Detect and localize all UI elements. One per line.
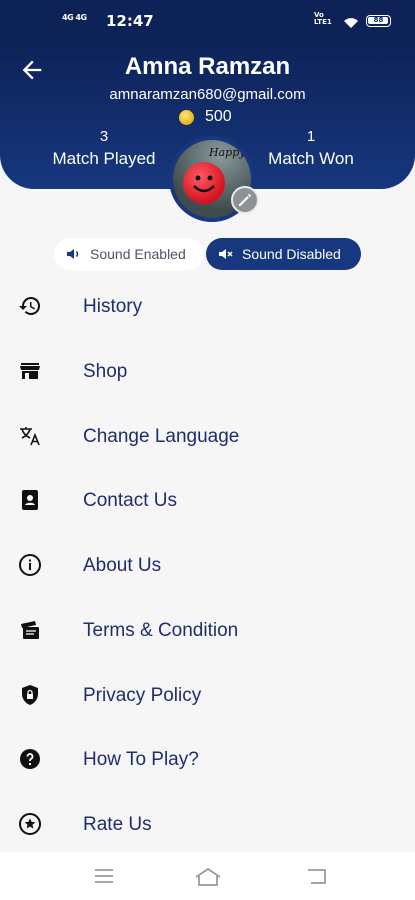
network-type: Vo LTE1: [314, 11, 332, 26]
battery-level: 88: [373, 16, 384, 24]
menu-item-shop[interactable]: Shop: [0, 341, 415, 401]
menu-item-label: How To Play?: [83, 749, 199, 770]
battery-icon: 88: [366, 15, 391, 27]
menu-item-label: Privacy Policy: [83, 685, 202, 706]
sound-disabled-option[interactable]: Sound Disabled: [206, 238, 361, 270]
matches-won-stat: 1 Match Won: [246, 128, 376, 169]
wifi-icon: [343, 14, 359, 33]
menu-item-contact-us[interactable]: Contact Us: [0, 470, 415, 530]
menu-item-label: Terms & Condition: [83, 620, 239, 641]
home-button[interactable]: [194, 866, 221, 888]
sound-toggle: Sound Enabled Sound Disabled: [54, 238, 361, 270]
matches-played-label: Match Played: [52, 149, 156, 168]
menu-item-privacy-policy[interactable]: Privacy Policy: [0, 665, 415, 725]
menu-item-how-to-play[interactable]: How To Play?: [0, 729, 415, 789]
menu-item-label: History: [83, 296, 143, 317]
matches-won-value: 1: [306, 128, 316, 145]
system-nav-bar: [0, 852, 415, 900]
menu-item-label: Change Language: [83, 426, 240, 447]
pencil-icon: [239, 193, 251, 206]
matches-played-value: 3: [99, 128, 109, 145]
recent-apps-button[interactable]: [93, 866, 119, 888]
sound-disabled-label: Sound Disabled: [242, 246, 341, 262]
menu-item-label: Rate Us: [83, 814, 152, 835]
shop-icon: [18, 359, 42, 383]
matches-won-label: Match Won: [268, 149, 354, 168]
terms-icon: [18, 618, 42, 642]
help-icon: [18, 747, 42, 771]
speaker-on-icon: [67, 249, 79, 259]
status-time: 12:47: [106, 12, 154, 30]
back-nav-icon: [308, 869, 326, 884]
smiley-image: [183, 162, 225, 204]
user-email: amnaramzan680@gmail.com: [109, 86, 306, 103]
avatar-caption: Happy: [209, 146, 246, 159]
edit-avatar-button[interactable]: [231, 186, 259, 214]
translate-icon: [18, 424, 42, 448]
coin-icon: [179, 109, 194, 125]
menu-item-label: About Us: [83, 555, 162, 576]
history-icon: [18, 294, 42, 318]
menu-item-history[interactable]: History: [0, 276, 415, 336]
home-icon: [195, 867, 221, 886]
speaker-mute-icon: [219, 249, 233, 259]
back-nav-button[interactable]: [305, 866, 331, 888]
user-name: Amna Ramzan: [124, 53, 291, 80]
sound-enabled-label: Sound Enabled: [90, 246, 186, 262]
menu-item-terms[interactable]: Terms & Condition: [0, 600, 415, 660]
coins-balance: 500: [179, 107, 232, 127]
info-icon: [18, 553, 42, 577]
contact-icon: [18, 488, 42, 512]
menu-item-change-language[interactable]: Change Language: [0, 406, 415, 466]
status-bar: 4G 4G 12:47 Vo LTE1 88: [0, 0, 415, 38]
matches-played-stat: 3 Match Played: [39, 128, 169, 169]
menu-item-label: Shop: [83, 361, 128, 382]
shield-lock-icon: [18, 683, 42, 707]
menu-item-about-us[interactable]: About Us: [0, 535, 415, 595]
coins-value: 500: [205, 108, 232, 125]
signal-indicator: 4G 4G: [62, 13, 87, 22]
menu-item-rate-us[interactable]: Rate Us: [0, 794, 415, 854]
star-icon: [18, 812, 42, 836]
sound-enabled-option[interactable]: Sound Enabled: [54, 238, 204, 270]
menu-lines-icon: [95, 869, 113, 883]
menu-item-label: Contact Us: [83, 490, 177, 511]
